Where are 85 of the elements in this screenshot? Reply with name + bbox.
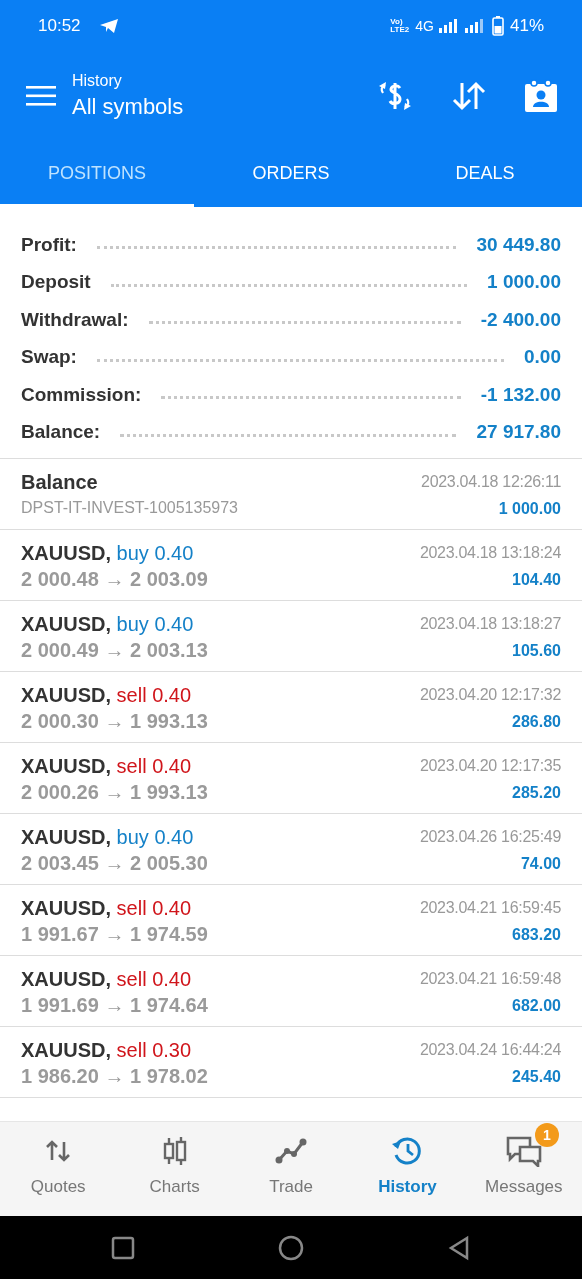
nav-tab[interactable]: 1 Messages	[465, 1122, 582, 1216]
trade-order: sell 0.40	[116, 755, 192, 777]
summary-label: Profit:	[21, 233, 77, 256]
summary-value: 1 000.00	[487, 271, 561, 294]
symbol-name: XAUUSD,	[21, 826, 111, 848]
deal-amount: 104.40	[512, 570, 561, 590]
deal-time: 2023.04.18 13:18:27	[419, 614, 561, 634]
deal-amount: 105.60	[512, 641, 561, 661]
trade-order: sell 0.40	[116, 968, 192, 990]
symbol-name: XAUUSD,	[21, 897, 111, 919]
symbol-name: XAUUSD,	[21, 684, 111, 706]
deal-time: 2023.04.21 16:59:48	[419, 969, 561, 989]
deal-amount: 683.20	[512, 925, 561, 945]
price-change: 1 991.67 → 1 974.59	[21, 922, 208, 947]
clock: 10:52	[38, 16, 81, 36]
deal-amount: 285.20	[512, 783, 561, 803]
deal-time: 2023.04.20 12:17:32	[419, 685, 561, 705]
deal-amount: 245.40	[512, 1067, 561, 1087]
screen-subtitle: History	[72, 72, 123, 90]
price-change: 2 000.49 → 2 003.13	[21, 638, 208, 663]
history-icon	[391, 1136, 424, 1166]
summary-label: Deposit	[21, 271, 91, 294]
symbol-name: XAUUSD,	[21, 613, 111, 635]
symbol-name: XAUUSD,	[21, 1039, 111, 1061]
signal-icon	[437, 18, 458, 34]
deal-amount: 74.00	[520, 854, 561, 874]
menu-icon[interactable]	[26, 85, 56, 107]
price-change: 1 986.20 → 1 978.02	[21, 1064, 208, 1089]
chat-bubbles-icon	[504, 1135, 543, 1167]
network-type: 4G	[415, 18, 434, 34]
deposit-comment: DPST-IT-INVEST-1005135973	[21, 498, 238, 518]
deal-time: 2023.04.24 16:44:24	[419, 1040, 561, 1060]
symbol-filter[interactable]: All symbols	[72, 94, 376, 120]
trade-order: buy 0.40	[116, 542, 194, 564]
deal-time: 2023.04.20 12:17:35	[419, 756, 561, 776]
unread-badge: 1	[534, 1123, 559, 1147]
nav-tab[interactable]: Quotes	[0, 1122, 117, 1216]
deal-time: 2023.04.18 12:26:11	[421, 472, 561, 492]
symbol-name: XAUUSD,	[21, 542, 111, 564]
price-change: 2 003.45 → 2 005.30	[21, 851, 208, 876]
price-change: 1 991.69 → 1 974.64	[21, 993, 208, 1018]
operation-type: Balance	[21, 470, 99, 495]
summary-value: 27 917.80	[476, 421, 561, 444]
back-icon[interactable]	[446, 1234, 471, 1261]
trade-order: sell 0.40	[116, 897, 192, 919]
sort-arrows-icon	[45, 1139, 72, 1163]
summary-value: -1 132.00	[480, 383, 561, 406]
sort-arrows-icon[interactable]	[452, 81, 486, 111]
home-icon[interactable]	[278, 1234, 304, 1261]
volte-indicator: Vo) LTE2	[390, 18, 410, 34]
symbol-name: XAUUSD,	[21, 755, 111, 777]
tab[interactable]: DEALS	[388, 140, 582, 207]
recent-apps-icon[interactable]	[111, 1235, 136, 1260]
signal-icon	[463, 18, 484, 34]
nav-tab[interactable]: Trade	[232, 1122, 350, 1216]
summary-label: Withdrawal:	[21, 308, 129, 331]
nav-tab[interactable]: Charts	[116, 1122, 233, 1216]
trade-order: sell 0.40	[116, 684, 192, 706]
price-change: 2 000.26 → 1 993.13	[21, 780, 208, 805]
summary-value: -2 400.00	[480, 308, 561, 331]
deal-time: 2023.04.26 16:25:49	[419, 827, 561, 847]
summary-value: 0.00	[524, 346, 561, 369]
price-change: 2 000.48 → 2 003.09	[21, 567, 208, 592]
trade-order: sell 0.30	[116, 1039, 192, 1061]
trade-order: buy 0.40	[116, 826, 194, 848]
candlestick-icon	[161, 1136, 188, 1166]
summary-label: Swap:	[21, 346, 77, 369]
deal-amount: 1 000.00	[498, 499, 561, 519]
nav-tab[interactable]: History	[349, 1122, 466, 1216]
deal-time: 2023.04.21 16:59:45	[419, 898, 561, 918]
battery-icon	[491, 16, 504, 36]
battery-level: 41%	[509, 16, 544, 36]
deal-time: 2023.04.18 13:18:24	[419, 543, 561, 563]
summary-value: 30 449.80	[476, 233, 561, 256]
price-change: 2 000.30 → 1 993.13	[21, 709, 208, 734]
summary-label: Commission:	[21, 383, 142, 406]
deal-amount: 286.80	[512, 712, 561, 732]
summary-label: Balance:	[21, 421, 101, 444]
contact-card-icon[interactable]	[524, 79, 558, 113]
line-chart-icon	[275, 1138, 307, 1164]
deal-amount: 682.00	[512, 996, 561, 1016]
tab[interactable]: POSITIONS	[0, 140, 194, 207]
symbol-name: XAUUSD,	[21, 968, 111, 990]
trade-order: buy 0.40	[116, 613, 194, 635]
tab[interactable]: ORDERS	[194, 140, 388, 207]
